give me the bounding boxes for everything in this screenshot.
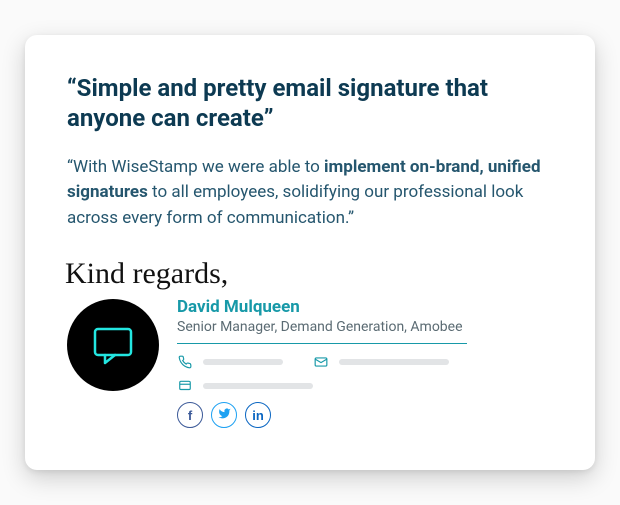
twitter-button[interactable] (211, 402, 237, 428)
contact-row (177, 378, 553, 394)
linkedin-button[interactable]: in (245, 402, 271, 428)
facebook-button[interactable]: f (177, 402, 203, 428)
testimonial-headline: “Simple and pretty email signature that … (67, 73, 553, 133)
quote-prefix: “With WiseStamp we were able to (67, 157, 324, 177)
signer-title: Senior Manager, Demand Generation, Amobe… (177, 319, 553, 335)
contact-rows (177, 354, 553, 394)
facebook-icon: f (188, 408, 192, 423)
twitter-icon (218, 407, 231, 423)
testimonial-quote: “With WiseStamp we were able to implemen… (67, 155, 553, 232)
chat-bubble-icon (87, 319, 139, 371)
contact-placeholder (203, 359, 283, 365)
social-row: f in (177, 402, 553, 428)
signature-divider (177, 343, 467, 344)
email-signature-block: David Mulqueen Senior Manager, Demand Ge… (67, 293, 553, 428)
phone-icon (177, 354, 193, 370)
signature-details: David Mulqueen Senior Manager, Demand Ge… (177, 293, 553, 428)
testimonial-card: “Simple and pretty email signature that … (25, 35, 595, 471)
signoff-handwriting: Kind regards, (65, 259, 553, 289)
email-icon (313, 354, 329, 370)
contact-row (177, 354, 553, 370)
signer-name: David Mulqueen (177, 297, 553, 317)
linkedin-icon: in (252, 408, 264, 423)
avatar (67, 299, 159, 391)
website-icon (177, 378, 193, 394)
contact-placeholder (203, 383, 313, 389)
contact-placeholder (339, 359, 449, 365)
